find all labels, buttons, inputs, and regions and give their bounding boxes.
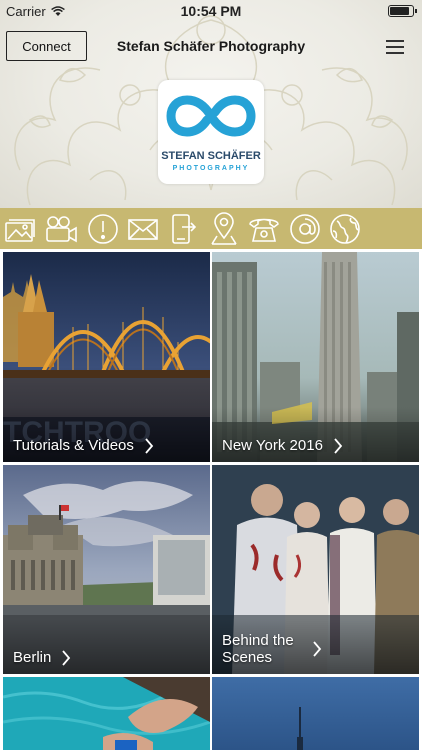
tile-caption: Tutorials & Videos	[13, 437, 154, 454]
tile-caption: Behind the Scenes	[222, 632, 322, 666]
tile-tower[interactable]	[212, 677, 419, 750]
tile-caption: Berlin	[13, 649, 71, 666]
infinity-logo-icon	[166, 95, 256, 137]
chevron-right-icon	[145, 438, 154, 454]
battery-icon	[388, 5, 417, 17]
logo-subtitle: PHOTOGRAPHY	[172, 165, 250, 172]
chevron-right-icon	[334, 438, 343, 454]
tile-caption-text: Berlin	[13, 649, 52, 666]
tile-behind-the-scenes[interactable]: Behind the Scenes	[212, 465, 419, 674]
gallery-grid: TCHTROO Tutorials & Videos	[0, 249, 422, 750]
tile-pool[interactable]	[3, 677, 210, 750]
tile-caption: New York 2016	[222, 437, 343, 454]
globe-icon[interactable]	[328, 212, 362, 246]
video-icon[interactable]	[44, 212, 78, 246]
hamburger-menu-icon[interactable]	[382, 38, 410, 56]
tile-photo	[212, 677, 419, 750]
gallery-icon[interactable]	[3, 212, 37, 246]
tile-berlin[interactable]: Berlin	[3, 465, 210, 674]
connect-button[interactable]: Connect	[6, 31, 87, 61]
location-icon[interactable]	[207, 212, 241, 246]
header: Carrier 10:54 PM Connect Stefan Schäfer …	[0, 0, 422, 208]
status-bar: Carrier 10:54 PM	[0, 0, 422, 22]
brand-logo: STEFAN SCHÄFER PHOTOGRAPHY	[158, 80, 264, 184]
info-icon[interactable]	[86, 212, 120, 246]
at-icon[interactable]	[288, 212, 322, 246]
mail-icon[interactable]	[126, 212, 160, 246]
tile-caption-text: Behind the Scenes	[222, 632, 294, 666]
mobile-share-icon[interactable]	[166, 212, 200, 246]
tile-photo	[3, 677, 210, 750]
chevron-right-icon	[62, 650, 71, 666]
logo-name: STEFAN SCHÄFER	[161, 150, 261, 162]
chevron-right-icon	[313, 641, 322, 657]
app-title: Stefan Schäfer Photography	[116, 38, 306, 54]
tile-tutorials-videos[interactable]: TCHTROO Tutorials & Videos	[3, 252, 210, 462]
tile-new-york-2016[interactable]: New York 2016	[212, 252, 419, 462]
tile-caption-text: New York 2016	[222, 437, 323, 454]
icon-toolbar	[0, 208, 422, 249]
status-time: 10:54 PM	[180, 3, 242, 19]
tile-caption-text: Tutorials & Videos	[13, 437, 134, 454]
phone-icon[interactable]	[247, 212, 281, 246]
